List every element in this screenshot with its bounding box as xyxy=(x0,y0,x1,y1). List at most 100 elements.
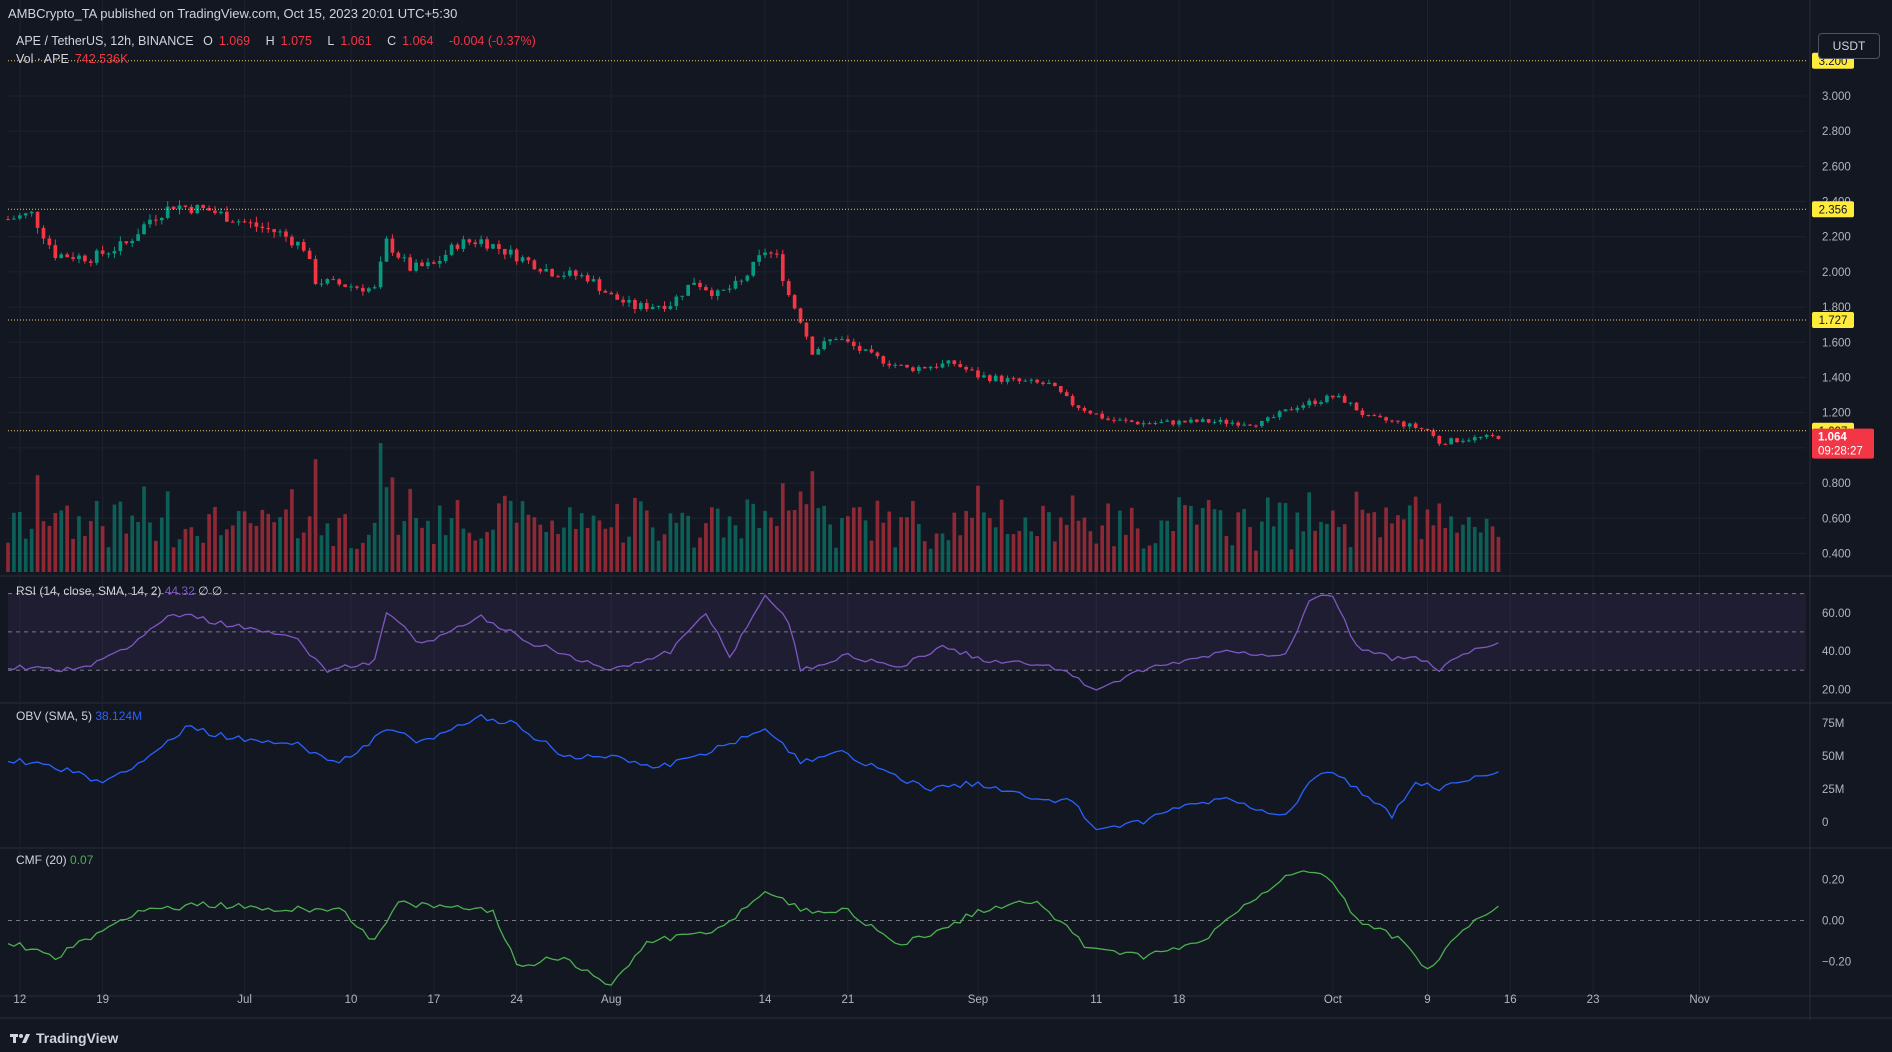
candle-body xyxy=(757,255,761,262)
candle-body xyxy=(591,279,596,282)
volume-bar xyxy=(769,517,773,572)
volume-bar xyxy=(443,535,448,572)
candle-body xyxy=(644,303,649,310)
candle-body xyxy=(467,239,472,243)
volume-bar xyxy=(12,512,16,572)
volume-bar xyxy=(1419,539,1424,572)
volume-bar xyxy=(1129,507,1134,572)
volume-bar xyxy=(467,532,472,572)
volume-bar xyxy=(1023,517,1028,572)
candle-body xyxy=(414,262,418,271)
candle-body xyxy=(999,375,1004,382)
candle-body xyxy=(1283,409,1288,412)
candle-body xyxy=(1407,423,1412,427)
candle-body xyxy=(1277,411,1282,418)
candle-body xyxy=(520,257,525,262)
volume-bar xyxy=(591,515,596,572)
volume-bar xyxy=(1147,545,1152,572)
candle-body xyxy=(1295,407,1300,411)
candle-body xyxy=(1366,414,1371,416)
candle-body xyxy=(952,360,957,365)
volume-bar xyxy=(556,534,560,572)
candle-body xyxy=(384,238,389,262)
volume-bar xyxy=(1289,549,1294,572)
candle-body xyxy=(934,366,939,368)
volume-bar xyxy=(810,471,815,572)
volume-bar xyxy=(201,542,206,572)
volume-bar xyxy=(100,526,105,572)
obv-legend[interactable]: OBV (SMA, 5) 38.124M xyxy=(16,709,142,723)
price-tick-label: 1.200 xyxy=(1822,408,1851,420)
volume-bar xyxy=(544,531,549,572)
volume-bar xyxy=(295,538,300,572)
time-tick-label: Aug xyxy=(601,994,621,1006)
candle-body xyxy=(12,218,16,220)
volume-bar xyxy=(934,533,939,572)
volume-bar xyxy=(1118,510,1122,572)
candle-body xyxy=(627,300,631,303)
candle-body xyxy=(916,366,921,371)
time-tick-label: 21 xyxy=(841,994,854,1006)
volume-bar xyxy=(1342,524,1347,572)
volume-bar xyxy=(627,536,631,572)
volume-bar xyxy=(1407,505,1412,572)
candle-body xyxy=(1135,421,1140,425)
obv-tick-label: 0 xyxy=(1822,817,1828,829)
volume-bar xyxy=(514,522,519,572)
symbol-name[interactable]: APE / TetherUS, 12h, BINANCE xyxy=(16,34,194,48)
volume-bar xyxy=(1047,512,1051,572)
time-tick-label: 9 xyxy=(1424,994,1430,1006)
volume-bar xyxy=(432,544,436,572)
currency-button[interactable]: USDT xyxy=(1818,33,1880,59)
volume-bar xyxy=(928,548,933,572)
candle-body xyxy=(491,244,495,249)
candle-body xyxy=(579,275,584,277)
volume-bar xyxy=(207,514,211,572)
candle-body xyxy=(1094,413,1099,415)
candle-body xyxy=(958,364,963,368)
candle-body xyxy=(1354,402,1359,411)
candle-body xyxy=(106,253,111,255)
candle-body xyxy=(1372,415,1377,417)
volume-bar xyxy=(1449,516,1453,572)
candle-body xyxy=(1023,380,1028,382)
volume-bar xyxy=(1141,548,1146,572)
volume-bar xyxy=(615,503,620,572)
candle-body xyxy=(1396,420,1400,422)
volume-bar xyxy=(337,517,342,572)
candle-body xyxy=(1331,395,1335,398)
candle-body xyxy=(426,262,430,267)
candle-body xyxy=(1035,379,1039,383)
candle-body xyxy=(1206,419,1211,423)
time-tick-label: 10 xyxy=(345,994,358,1006)
volume-bar xyxy=(307,516,312,572)
candle-body xyxy=(603,290,608,293)
volume-bar xyxy=(1431,525,1436,572)
volume-bar xyxy=(1094,543,1099,572)
candle-body xyxy=(1313,400,1317,404)
price-tick-label: 0.800 xyxy=(1822,478,1851,490)
volume-bar xyxy=(225,529,229,572)
volume-bar xyxy=(47,525,52,572)
volume-bar xyxy=(53,512,58,572)
time-tick-label: 18 xyxy=(1173,994,1186,1006)
rsi-legend[interactable]: RSI (14, close, SMA, 14, 2) 44.32 ∅ ∅ xyxy=(16,584,222,598)
volume-bar xyxy=(248,523,253,572)
volume-bar xyxy=(1478,532,1483,572)
cmf-legend[interactable]: CMF (20) 0.07 xyxy=(16,853,93,867)
candle-body xyxy=(538,269,543,272)
volume-bar xyxy=(1035,536,1039,572)
candle-body xyxy=(863,349,868,351)
volume-bar xyxy=(1171,530,1175,572)
chart-canvas[interactable]: 3.0002.8002.6002.4002.2002.0001.8001.600… xyxy=(0,0,1892,1052)
price-tick-label: 0.600 xyxy=(1822,513,1851,525)
candle-body xyxy=(621,299,625,303)
volume-bar xyxy=(633,497,637,572)
tradingview-logo[interactable]: TradingView xyxy=(10,1030,118,1046)
candle-body xyxy=(1171,420,1175,425)
candle-body xyxy=(763,252,767,256)
candle-body xyxy=(1301,405,1306,408)
rsi-value: 44.32 xyxy=(164,584,195,598)
candle-body xyxy=(775,253,779,255)
time-tick-label: 23 xyxy=(1587,994,1600,1006)
